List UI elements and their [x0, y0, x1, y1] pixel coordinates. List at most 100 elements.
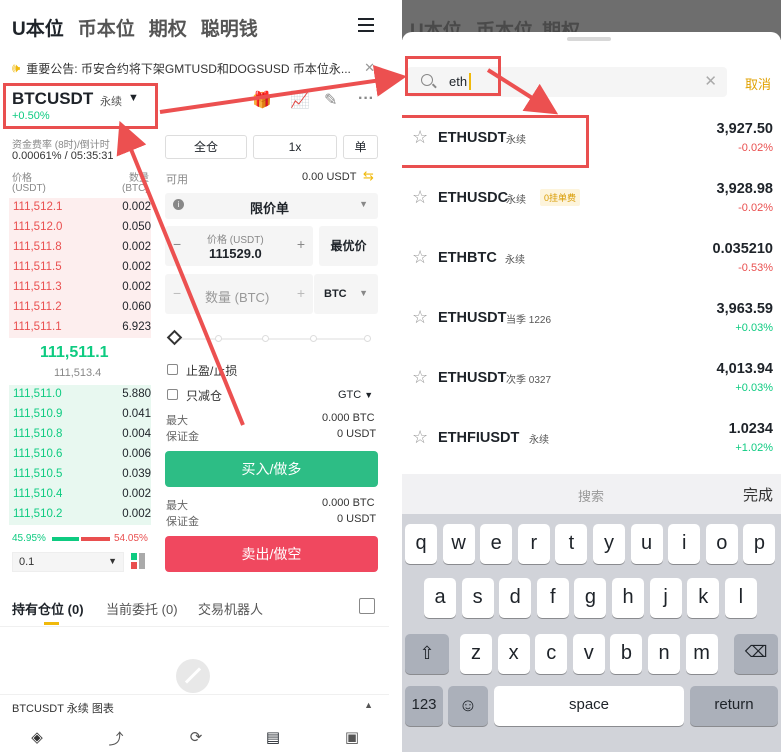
- sheet-handle[interactable]: [567, 37, 611, 41]
- key-m[interactable]: m: [685, 634, 718, 674]
- key-t[interactable]: t: [555, 524, 588, 564]
- tab-trading-bots[interactable]: 交易机器人: [198, 599, 263, 618]
- bid-row[interactable]: 111,511.0 5.880: [9, 385, 151, 405]
- backspace-key[interactable]: ⌫: [734, 634, 778, 674]
- quantity-input[interactable]: − 数量 (BTC) +: [165, 274, 313, 314]
- result-row[interactable]: ☆ ETHUSDT 当季 1226 3,963.59 +0.03%: [402, 297, 781, 357]
- done-button[interactable]: 完成: [743, 484, 773, 505]
- bid-row[interactable]: 111,510.9 0.041: [9, 405, 151, 425]
- slider-handle[interactable]: [166, 329, 183, 346]
- orderbook-layout-icon[interactable]: [131, 553, 145, 569]
- key-a[interactable]: a: [424, 578, 456, 618]
- wallet-icon[interactable]: ▣: [343, 728, 361, 746]
- calculator-icon[interactable]: ✎: [324, 90, 337, 110]
- key-f[interactable]: f: [536, 578, 569, 618]
- key-i[interactable]: i: [668, 524, 701, 564]
- star-icon[interactable]: ☆: [412, 367, 428, 388]
- plus-icon[interactable]: +: [297, 285, 305, 301]
- menu-icon[interactable]: [358, 18, 374, 32]
- info-icon[interactable]: i: [173, 199, 184, 210]
- minus-icon[interactable]: −: [173, 285, 181, 301]
- price-value[interactable]: 111529.0: [209, 246, 262, 261]
- key-l[interactable]: l: [724, 578, 757, 618]
- price-input[interactable]: − 价格 (USDT) 111529.0 +: [165, 226, 313, 266]
- ask-row[interactable]: 111,511.3 0.002: [9, 278, 151, 298]
- key-o[interactable]: o: [705, 524, 738, 564]
- key-v[interactable]: v: [572, 634, 605, 674]
- home-icon[interactable]: ◈: [28, 728, 46, 746]
- order-type-select[interactable]: i 限价单 ▼: [165, 193, 378, 219]
- tab-open-orders[interactable]: 当前委托 (0): [106, 599, 178, 618]
- ask-row[interactable]: 111,511.2 0.060: [9, 298, 151, 318]
- ask-row[interactable]: 111,512.1 0.002: [9, 198, 151, 218]
- ask-row[interactable]: 111,511.1 6.923: [9, 318, 151, 338]
- result-row[interactable]: ☆ ETHBTC 永续 0.035210 -0.53%: [402, 237, 781, 297]
- close-icon[interactable]: ✕: [364, 60, 375, 76]
- pair-selector[interactable]: BTCUSDT: [12, 89, 93, 109]
- announcement-bar[interactable]: 🕪 重要公告: 币安合约将下架GMTUSD和DOGSUSD 币本位永... ✕: [0, 54, 389, 82]
- key-q[interactable]: q: [405, 524, 437, 564]
- quantity-unit-select[interactable]: BTC ▼: [314, 274, 378, 314]
- key-s[interactable]: s: [461, 578, 494, 618]
- key-r[interactable]: r: [517, 524, 550, 564]
- slider-tick[interactable]: [310, 335, 317, 342]
- bid-row[interactable]: 111,510.4 0.002: [9, 485, 151, 505]
- last-price[interactable]: 111,511.1: [40, 344, 109, 362]
- transfer-icon[interactable]: ⇆: [363, 168, 374, 184]
- result-row[interactable]: ☆ ETHUSDC 永续 0挂单费 3,928.98 -0.02%: [402, 177, 781, 237]
- ask-row[interactable]: 111,511.8 0.002: [9, 238, 151, 258]
- buy-long-button[interactable]: 买入/做多: [165, 451, 378, 487]
- key-k[interactable]: k: [687, 578, 720, 618]
- key-p[interactable]: p: [743, 524, 776, 564]
- key-x[interactable]: x: [497, 634, 530, 674]
- more-icon[interactable]: ···: [358, 90, 374, 108]
- key-b[interactable]: b: [610, 634, 643, 674]
- best-price-button[interactable]: 最优价: [319, 226, 378, 266]
- time-in-force-select[interactable]: GTC ▼: [338, 389, 373, 401]
- key-h[interactable]: h: [612, 578, 644, 618]
- amount-slider[interactable]: [178, 338, 370, 340]
- chart-icon[interactable]: 📈: [290, 90, 310, 110]
- clear-icon[interactable]: ✕: [704, 72, 717, 90]
- space-key[interactable]: space: [494, 686, 684, 726]
- key-n[interactable]: n: [648, 634, 680, 674]
- key-z[interactable]: z: [460, 634, 492, 674]
- ask-row[interactable]: 111,512.0 0.050: [9, 218, 151, 238]
- tab-usdm[interactable]: U本位: [12, 14, 64, 41]
- bid-row[interactable]: 111,510.5 0.039: [9, 465, 151, 485]
- slider-tick[interactable]: [262, 335, 269, 342]
- slider-tick[interactable]: [364, 335, 371, 342]
- gift-icon[interactable]: 🎁: [252, 90, 272, 110]
- bid-row[interactable]: 111,510.2 0.002: [9, 505, 151, 525]
- sell-short-button[interactable]: 卖出/做空: [165, 536, 378, 572]
- futures-icon[interactable]: ▤: [264, 728, 282, 746]
- shift-key[interactable]: ⇧: [405, 634, 449, 674]
- tab-smart-money[interactable]: 聪明钱: [201, 14, 258, 41]
- key-d[interactable]: d: [499, 578, 532, 618]
- bid-row[interactable]: 111,510.6 0.006: [9, 445, 151, 465]
- key-j[interactable]: j: [649, 578, 682, 618]
- key-c[interactable]: c: [535, 634, 568, 674]
- markets-icon[interactable]: ⤴: [107, 728, 125, 748]
- leverage-button[interactable]: 1x: [253, 135, 337, 159]
- slider-tick[interactable]: [215, 335, 222, 342]
- key-y[interactable]: y: [593, 524, 625, 564]
- cancel-button[interactable]: 取消: [745, 74, 771, 93]
- minus-icon[interactable]: −: [173, 236, 181, 252]
- history-icon[interactable]: [359, 598, 375, 614]
- tab-positions[interactable]: 持有仓位 (0): [12, 599, 84, 618]
- margin-mode-button[interactable]: 全仓: [165, 135, 247, 159]
- tpsl-checkbox[interactable]: [167, 364, 178, 375]
- result-row[interactable]: ☆ ETHFIUSDT 永续 1.0234 +1.02%: [402, 417, 781, 477]
- star-icon[interactable]: ☆: [412, 187, 428, 208]
- return-key[interactable]: return: [690, 686, 778, 726]
- key-u[interactable]: u: [630, 524, 663, 564]
- key-e[interactable]: e: [480, 524, 513, 564]
- bid-row[interactable]: 111,510.8 0.004: [9, 425, 151, 445]
- trade-icon[interactable]: ⟳: [187, 728, 205, 746]
- star-icon[interactable]: ☆: [412, 247, 428, 268]
- star-icon[interactable]: ☆: [412, 427, 428, 448]
- depth-select[interactable]: 0.1 ▼: [12, 552, 124, 572]
- position-mode-button[interactable]: 单: [343, 135, 378, 159]
- key-w[interactable]: w: [442, 524, 475, 564]
